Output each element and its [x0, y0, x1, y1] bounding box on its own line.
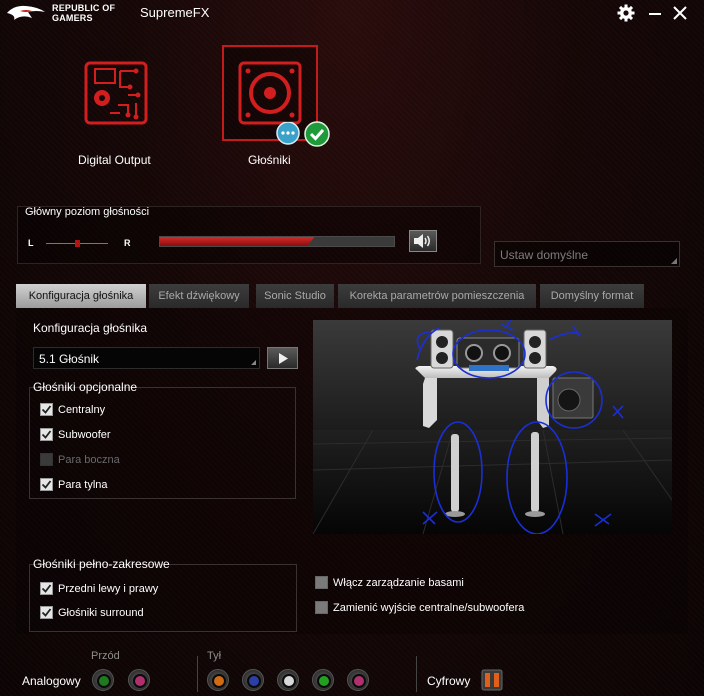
app-title: SupremeFX [140, 5, 210, 20]
volume-title: Główny poziom głośności [25, 206, 150, 218]
balance-right-label: R [124, 238, 131, 248]
checkbox-box[interactable] [40, 428, 53, 441]
brand-text: REPUBLIC OF GAMERS [52, 3, 115, 23]
set-default-button[interactable]: Ustaw domyślne [494, 241, 680, 267]
fullrange-speakers-group [29, 564, 297, 632]
volume-bar[interactable] [159, 236, 395, 247]
volume-panel: Główny poziom głośności L R [17, 206, 481, 264]
corner-mark [671, 258, 677, 264]
digital-optical-port-icon[interactable] [481, 669, 503, 691]
divider [197, 656, 198, 692]
analog-label: Analogowy [22, 674, 81, 688]
front-jack-0[interactable] [92, 669, 114, 691]
title-bar: REPUBLIC OF GAMERS SupremeFX [0, 0, 704, 26]
checkbox-center[interactable]: Centralny [40, 403, 105, 416]
checkbox-swap-center-sub-label: Zamienić wyjście centralne/subwoofera [333, 601, 525, 614]
speaker-config-select[interactable]: 5.1 Głośnik [33, 347, 260, 369]
checkbox-surround-label: Głośniki surround [58, 606, 144, 619]
checkbox-rear-pair[interactable]: Para tylna [40, 478, 108, 491]
speaker-room-illustration [313, 320, 672, 534]
jack-color-dot [216, 678, 222, 684]
digital-label: Cyfrowy [427, 674, 471, 688]
jack-color-dot [101, 678, 107, 684]
checkmark-icon [41, 584, 52, 593]
checkbox-box[interactable] [40, 478, 53, 491]
select-corner-mark [251, 360, 256, 365]
config-label: Konfiguracja głośnika [33, 321, 148, 335]
checkbox-front-lr-label: Przedni lewy i prawy [58, 582, 159, 595]
front-jack-1[interactable] [128, 669, 150, 691]
checkbox-box[interactable] [315, 601, 328, 614]
checkbox-box [40, 453, 53, 466]
rear-jack-1[interactable] [242, 669, 264, 691]
divider [416, 656, 417, 692]
jack-bar: Przód Tył Analogowy Cyfrowy [0, 634, 704, 696]
checkbox-side-pair: Para boczna [40, 453, 120, 466]
settings-button[interactable] [616, 3, 636, 23]
checkbox-box[interactable] [40, 582, 53, 595]
checkbox-subwoofer-label: Subwoofer [58, 428, 111, 441]
rear-jack-4[interactable] [347, 669, 369, 691]
speaker-icon [238, 61, 302, 125]
device-digital-output[interactable] [75, 55, 157, 127]
close-button[interactable] [670, 3, 690, 23]
jack-color-dot [251, 678, 257, 684]
test-play-button[interactable] [267, 347, 298, 369]
circuit-board-icon [84, 61, 148, 125]
checkbox-subwoofer[interactable]: Subwoofer [40, 428, 111, 441]
brand-line2: GAMERS [52, 13, 93, 23]
gear-icon [617, 4, 635, 22]
close-icon [673, 6, 687, 20]
set-default-label: Ustaw domyślne [500, 248, 589, 262]
checkbox-surround[interactable]: Głośniki surround [40, 606, 144, 619]
checkbox-box[interactable] [40, 606, 53, 619]
front-label: Przód [91, 650, 120, 662]
tab-default-format[interactable]: Domyślny format [540, 284, 644, 308]
minimize-icon [649, 13, 661, 15]
checkbox-front-lr[interactable]: Przedni lewy i prawy [40, 582, 158, 595]
checkbox-box[interactable] [40, 403, 53, 416]
checkbox-box[interactable] [315, 576, 328, 589]
jack-color-dot [321, 678, 327, 684]
rog-logo-icon [7, 5, 45, 20]
jack-color-dot [286, 678, 292, 684]
play-icon [278, 352, 288, 364]
rear-label: Tył [207, 650, 222, 662]
checkbox-rear-pair-label: Para tylna [58, 478, 108, 491]
minimize-button[interactable] [645, 3, 665, 23]
tab-sonic-studio[interactable]: Sonic Studio [256, 284, 334, 308]
checkbox-center-label: Centralny [58, 403, 106, 416]
check-badge-icon [304, 121, 330, 147]
checkmark-icon [41, 608, 52, 617]
speaker-layout-preview [313, 320, 672, 534]
fullrange-speakers-title: Głośniki pełno-zakresowe [33, 557, 170, 571]
mute-button[interactable] [409, 230, 437, 252]
rear-jack-2[interactable] [277, 669, 299, 691]
chat-bubble-icon [276, 122, 300, 145]
jack-color-dot [356, 678, 362, 684]
rear-jack-3[interactable] [312, 669, 334, 691]
device-speakers-label: Głośniki [248, 153, 291, 167]
checkmark-icon [41, 480, 52, 489]
checkmark-icon [41, 405, 52, 414]
checkbox-bass-management[interactable]: Włącz zarządzanie basami [315, 576, 464, 589]
tab-speaker-config[interactable]: Konfiguracja głośnika [16, 284, 146, 308]
balance-left-label: L [28, 238, 34, 248]
tab-sound-effect[interactable]: Efekt dźwiękowy [149, 284, 249, 308]
jack-color-dot [137, 678, 143, 684]
balance-slider-knob[interactable] [75, 240, 80, 247]
checkbox-bass-management-label: Włącz zarządzanie basami [333, 576, 464, 589]
checkmark-icon [41, 430, 52, 439]
rear-jack-0[interactable] [207, 669, 229, 691]
checkbox-side-pair-label: Para boczna [58, 453, 120, 466]
brand-line1: REPUBLIC OF [52, 3, 116, 13]
device-digital-output-label: Digital Output [78, 153, 151, 167]
volume-bar-fill [160, 237, 314, 246]
speaker-config-value: 5.1 Głośnik [39, 352, 100, 366]
tab-room-correction[interactable]: Korekta parametrów pomieszczenia [338, 284, 536, 308]
optional-speakers-title: Głośniki opcjonalne [33, 380, 138, 394]
speaker-volume-icon [414, 234, 430, 248]
checkbox-swap-center-sub[interactable]: Zamienić wyjście centralne/subwoofera [315, 601, 524, 614]
